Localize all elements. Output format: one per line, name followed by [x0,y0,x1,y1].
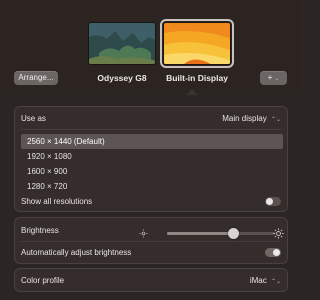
ventura-wallpaper-icon [164,23,230,64]
brightness-panel: Brightness Automatically adjust brightne… [14,217,288,264]
resolution-option[interactable]: 1600 × 900 [21,164,283,179]
display-name-built-in[interactable]: Built-in Display [160,73,234,83]
arrange-button-label: Arrange... [18,73,54,82]
brightness-slider-thumb[interactable] [228,228,240,239]
color-profile-panel: Color profile iMac ⌃⌄ [14,268,288,292]
display-arrangement-area: Arrange... Odyssey G8 Built-in Display +… [0,0,300,95]
sequoia-wallpaper-icon [89,23,155,64]
add-display-plus-icon: + [267,73,273,82]
up-down-chevron-icon: ⌃⌄ [270,279,281,285]
add-display-button[interactable]: + ⌄ [260,71,287,85]
resolution-option[interactable]: 1920 × 1080 [21,149,283,164]
brightness-label: Brightness [21,226,59,235]
toggle-knob [266,198,273,205]
toggle-knob [273,249,280,256]
display-settings-panel: Use as Main display ⌃⌄ 2560 × 1440 (Defa… [14,106,288,212]
up-down-chevron-icon: ⌃⌄ [270,117,281,123]
use-as-label: Use as [21,114,46,123]
divider [21,129,281,130]
show-all-resolutions-label: Show all resolutions [21,197,93,206]
use-as-value: Main display [222,114,267,123]
resolution-option[interactable]: 2560 × 1440 (Default) [21,134,283,149]
show-all-resolutions-toggle[interactable] [265,197,281,206]
display-thumbnail-built-in[interactable] [160,19,234,68]
sun-bright-icon [273,228,284,239]
display-name-odyssey-g8[interactable]: Odyssey G8 [88,73,156,83]
sun-dim-icon [139,229,148,238]
arrange-button[interactable]: Arrange... [14,71,58,85]
display-thumbnail-odyssey-g8[interactable] [88,22,156,65]
auto-brightness-toggle[interactable] [265,248,281,257]
use-as-dropdown[interactable]: Main display ⌃⌄ [222,114,281,123]
color-profile-value: iMac [249,276,267,285]
selected-display-caret [186,89,198,95]
color-profile-dropdown[interactable]: iMac ⌃⌄ [250,276,281,285]
brightness-slider[interactable] [167,228,275,239]
divider [21,241,281,242]
resolution-option[interactable]: 1280 × 720 [21,179,283,194]
brightness-slider-fill [167,232,234,235]
chevron-down-icon: ⌄ [274,76,280,82]
auto-brightness-label: Automatically adjust brightness [21,248,132,257]
color-profile-label: Color profile [21,276,65,285]
